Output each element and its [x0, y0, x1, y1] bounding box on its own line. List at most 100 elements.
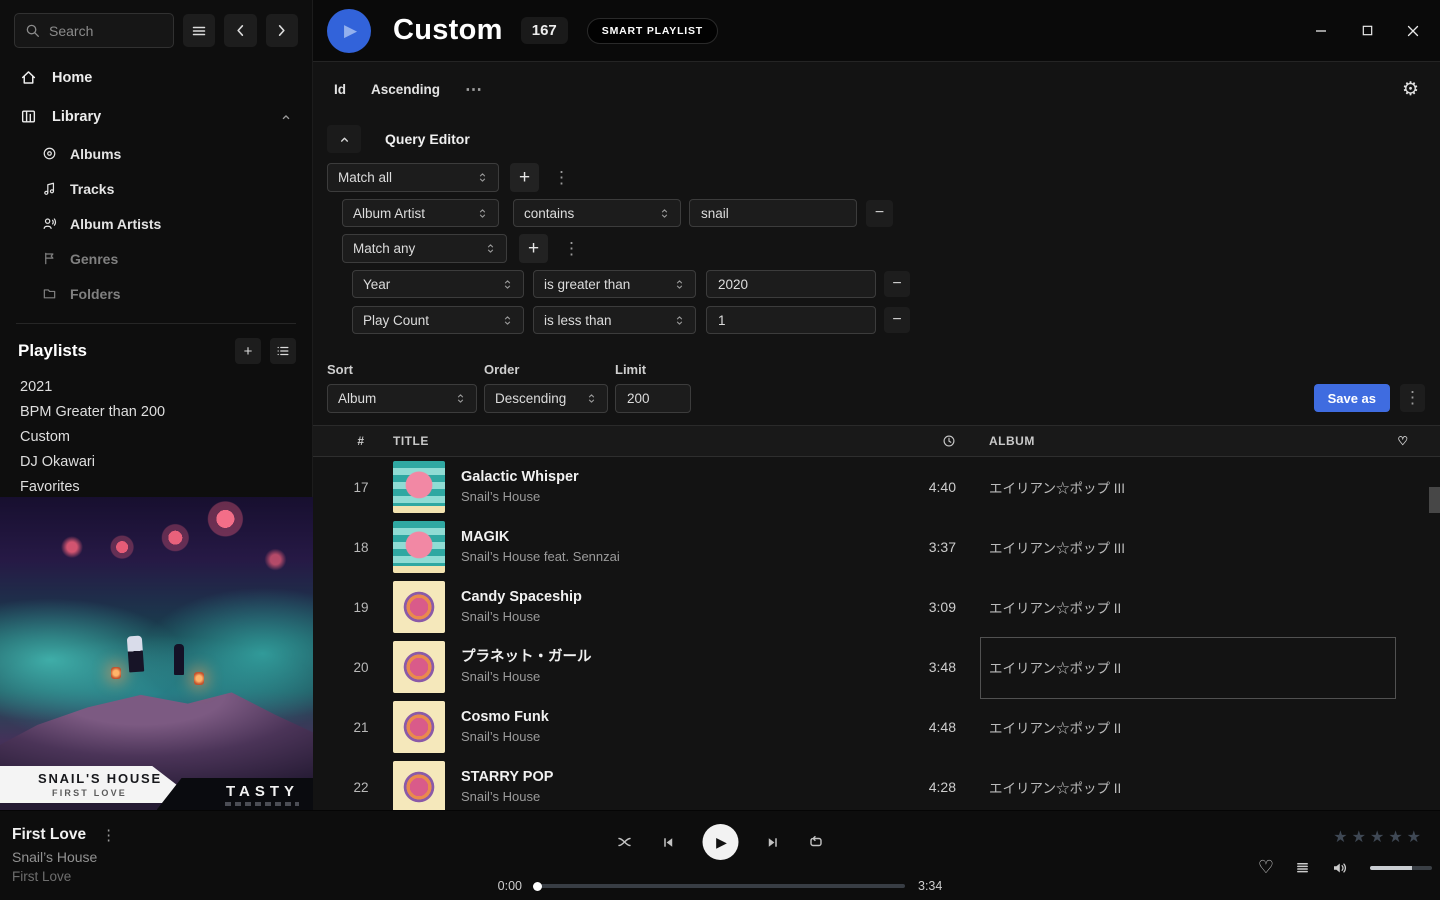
sort-order-button[interactable]: Ascending [371, 82, 440, 97]
save-menu-button[interactable]: ⋮ [1400, 384, 1425, 412]
queue-button[interactable] [1295, 860, 1310, 875]
star-icon[interactable]: ★ [1370, 829, 1388, 846]
group-rule-field-select[interactable]: Play Count [352, 306, 524, 334]
group-rule-field-select[interactable]: Year [352, 270, 524, 298]
track-row[interactable]: 18 MAGIK Snail’s House feat. Sennzai 3:3… [313, 517, 1440, 577]
root-match-select[interactable]: Match all [327, 163, 499, 192]
track-artist: Snail’s House feat. Sennzai [461, 548, 620, 567]
group-rule-operator-select[interactable]: is less than [533, 306, 696, 334]
nav-forward-button[interactable] [266, 14, 298, 47]
track-album-cell[interactable]: エイリアン☆ポップ II [958, 757, 1378, 810]
star-icon[interactable]: ★ [1407, 829, 1425, 846]
favorite-button[interactable]: ♡ [1258, 857, 1274, 878]
group-menu-button[interactable]: ⋮ [559, 239, 584, 259]
column-title[interactable]: TITLE [393, 434, 868, 448]
sidebar-item-albums[interactable]: Albums [0, 136, 312, 171]
sidebar-item-label: Album Artists [70, 216, 161, 232]
seek-bar[interactable] [535, 884, 905, 888]
album-art-lantern [194, 672, 204, 685]
add-rule-button[interactable]: + [510, 163, 539, 192]
sidebar-playlist-item[interactable]: Favorites [0, 474, 312, 499]
track-album-cell[interactable]: エイリアン☆ポップ III [958, 457, 1378, 517]
window-close-button[interactable] [1398, 16, 1428, 46]
sidebar-playlist-item[interactable]: DJ Okawari [0, 449, 312, 474]
column-favorite[interactable]: ♡ [1378, 434, 1428, 448]
remove-group-rule-button[interactable]: − [884, 271, 910, 297]
page-header: ▶ Custom 167 SMART PLAYLIST [313, 0, 1440, 62]
limit-input[interactable] [615, 384, 691, 413]
rating-stars[interactable]: ★★★★★ [1333, 827, 1425, 847]
star-icon[interactable]: ★ [1388, 829, 1406, 846]
group-rule-value-input[interactable] [706, 270, 876, 298]
collapse-chevron-icon[interactable] [280, 111, 292, 123]
rule-field-select[interactable]: Album Artist [342, 199, 499, 227]
sidebar-playlist-item[interactable]: BPM Greater than 200 [0, 399, 312, 424]
column-index[interactable]: # [329, 434, 393, 448]
sidebar-item-tracks[interactable]: Tracks [0, 171, 312, 206]
next-button[interactable] [766, 835, 781, 850]
home-icon [20, 69, 37, 86]
star-icon[interactable]: ★ [1333, 829, 1351, 846]
seek-handle[interactable] [533, 882, 542, 891]
skip-next-icon [766, 835, 781, 850]
rule-value-input[interactable] [689, 199, 857, 227]
gear-icon[interactable]: ⚙ [1402, 78, 1419, 101]
more-options-button[interactable]: ⋯ [465, 80, 483, 100]
nav-back-button[interactable] [224, 14, 256, 47]
rule-field-value: Album Artist [353, 206, 425, 221]
track-row[interactable]: 22 STARRY POP Snail’s House 4:28 エイリアン☆ポ… [313, 757, 1440, 810]
track-row[interactable]: 17 Galactic Whisper Snail’s House 4:40 エ… [313, 457, 1440, 517]
now-playing-album[interactable]: First Love [12, 869, 116, 884]
play-playlist-button[interactable]: ▶ [327, 9, 371, 53]
sidebar-playlist-item[interactable]: Custom [0, 424, 312, 449]
rule-operator-select[interactable]: contains [513, 199, 681, 227]
track-album-cell[interactable]: エイリアン☆ポップ III [958, 517, 1378, 577]
track-row[interactable]: 19 Candy Spaceship Snail’s House 3:09 エイ… [313, 577, 1440, 637]
group-match-select[interactable]: Match any [342, 234, 507, 263]
volume-button[interactable] [1331, 860, 1349, 876]
track-row[interactable]: 21 Cosmo Funk Snail’s House 4:48 エイリアン☆ポ… [313, 697, 1440, 757]
track-number: 21 [329, 720, 393, 735]
remove-rule-button[interactable]: − [866, 200, 893, 227]
now-playing-album-art[interactable]: SNAIL'S HOUSE FIRST LOVE TASTY [0, 497, 313, 810]
sidebar-item-folders[interactable]: Folders [0, 276, 312, 311]
playlist-list-options-button[interactable] [270, 338, 296, 364]
column-album[interactable]: ALBUM [958, 434, 1378, 448]
search-input[interactable]: Search [14, 13, 174, 48]
sidebar-item-library[interactable]: Library [0, 97, 312, 136]
repeat-button[interactable] [808, 834, 825, 850]
track-artist: Snail’s House [461, 668, 592, 687]
track-album-cell[interactable]: エイリアン☆ポップ II [958, 577, 1378, 637]
window-minimize-button[interactable] [1306, 16, 1336, 46]
now-playing-menu-button[interactable]: ⋮ [101, 826, 116, 844]
add-group-rule-button[interactable]: + [519, 234, 548, 263]
star-icon[interactable]: ★ [1352, 829, 1370, 846]
order-select[interactable]: Descending [484, 384, 608, 413]
track-album-cell[interactable]: エイリアン☆ポップ II [958, 637, 1378, 697]
track-album: エイリアン☆ポップ II [989, 777, 1121, 797]
sidebar-item-genres[interactable]: Genres [0, 241, 312, 276]
previous-button[interactable] [661, 835, 676, 850]
sort-field-button[interactable]: Id [334, 82, 346, 97]
column-duration[interactable] [868, 434, 958, 448]
sort-select[interactable]: Album [327, 384, 477, 413]
sidebar-item-album-artists[interactable]: Album Artists [0, 206, 312, 241]
group-rule-value-input[interactable] [706, 306, 876, 334]
shuffle-button[interactable] [616, 834, 634, 850]
track-row[interactable]: 20 プラネット・ガール Snail’s House 3:48 エイリアン☆ポッ… [313, 637, 1440, 697]
group-rule-operator-select[interactable]: is greater than [533, 270, 696, 298]
save-as-button[interactable]: Save as [1314, 384, 1390, 412]
track-album-cell[interactable]: エイリアン☆ポップ II [958, 697, 1378, 757]
play-pause-button[interactable]: ▶ [703, 824, 739, 860]
query-editor-collapse-button[interactable] [327, 125, 361, 153]
menu-button[interactable] [183, 14, 215, 47]
sidebar-playlist-item[interactable]: 2021 [0, 374, 312, 399]
volume-slider[interactable] [1370, 866, 1432, 870]
sidebar-item-home[interactable]: Home [0, 58, 312, 97]
add-playlist-button[interactable]: + [235, 338, 261, 364]
scrollbar-thumb[interactable] [1429, 487, 1440, 513]
rule-group-menu-button[interactable]: ⋮ [549, 168, 574, 188]
remove-group-rule-button[interactable]: − [884, 307, 910, 333]
window-maximize-button[interactable] [1352, 16, 1382, 46]
now-playing-artist[interactable]: Snail’s House [12, 849, 116, 865]
